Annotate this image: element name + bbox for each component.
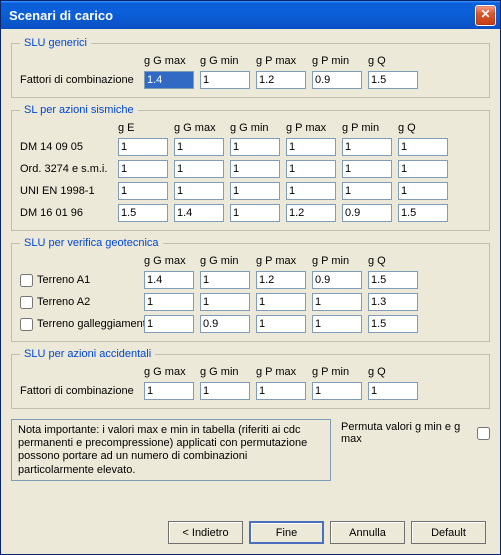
input-geo-2-0[interactable] (144, 315, 194, 333)
input-sis-3-4[interactable] (342, 204, 392, 222)
row-terreno-galleggiamento: Terreno galleggiamento (20, 315, 481, 333)
row-accidentali: Fattori di combinazione (20, 382, 481, 400)
input-sis-1-5[interactable] (398, 160, 448, 178)
window-title: Scenari di carico (9, 8, 475, 23)
input-sis-0-1[interactable] (174, 138, 224, 156)
input-sis-1-1[interactable] (174, 160, 224, 178)
input-sis-0-0[interactable] (118, 138, 168, 156)
input-sis-1-4[interactable] (342, 160, 392, 178)
row-ord3274: Ord. 3274 e s.m.i. (20, 160, 481, 178)
legend-generici: SLU generici (20, 37, 91, 49)
input-sis-0-4[interactable] (342, 138, 392, 156)
finish-button[interactable]: Fine (249, 521, 324, 544)
dialog-window: Scenari di carico ✕ SLU generici g G max… (0, 0, 501, 555)
input-sis-1-0[interactable] (118, 160, 168, 178)
headers-accidentali: g G max g G min g P max g P min g Q (20, 366, 481, 378)
input-sis-0-3[interactable] (286, 138, 336, 156)
input-sis-1-2[interactable] (230, 160, 280, 178)
row-terreno-a1: Terreno A1 (20, 271, 481, 289)
group-slu-generici: SLU generici g G max g G min g P max g P… (11, 37, 490, 98)
input-sis-0-5[interactable] (398, 138, 448, 156)
note-box: Nota importante: i valori max e min in t… (11, 419, 331, 481)
group-accidentali: SLU per azioni accidentali g G max g G m… (11, 348, 490, 409)
default-button[interactable]: Default (411, 521, 486, 544)
headers-geo: g G max g G min g P max g P min g Q (20, 255, 481, 267)
input-acc-4[interactable] (368, 382, 418, 400)
input-geo-1-0[interactable] (144, 293, 194, 311)
input-generici-gpmax[interactable] (256, 71, 306, 89)
input-sis-2-4[interactable] (342, 182, 392, 200)
legend-accidentali: SLU per azioni accidentali (20, 348, 155, 360)
button-row: < Indietro Fine Annulla Default (11, 517, 490, 544)
row-dm140905: DM 14 09 05 (20, 138, 481, 156)
input-acc-0[interactable] (144, 382, 194, 400)
back-button[interactable]: < Indietro (168, 521, 243, 544)
label-acc-fattori: Fattori di combinazione (20, 385, 138, 397)
close-icon[interactable]: ✕ (475, 5, 496, 26)
group-sismiche: SL per azioni sismiche g E g G max g G m… (11, 104, 490, 231)
input-geo-0-2[interactable] (256, 271, 306, 289)
row-unien1998: UNI EN 1998-1 (20, 182, 481, 200)
group-geotecnica: SLU per verifica geotecnica g G max g G … (11, 237, 490, 342)
input-generici-ggmax[interactable] (144, 71, 194, 89)
label-fattori: Fattori di combinazione (20, 74, 138, 86)
input-sis-2-0[interactable] (118, 182, 168, 200)
input-generici-ggmin[interactable] (200, 71, 250, 89)
permuta-label: Permuta valori g min e g max (341, 421, 469, 445)
input-geo-0-3[interactable] (312, 271, 362, 289)
headers-sismiche: g E g G max g G min g P max g P min g Q (20, 122, 481, 134)
input-sis-2-5[interactable] (398, 182, 448, 200)
input-geo-0-4[interactable] (368, 271, 418, 289)
input-sis-3-3[interactable] (286, 204, 336, 222)
note-row: Nota importante: i valori max e min in t… (11, 419, 490, 481)
headers-generici: g G max g G min g P max g P min g Q (20, 55, 481, 67)
cancel-button[interactable]: Annulla (330, 521, 405, 544)
input-acc-3[interactable] (312, 382, 362, 400)
checkbox-terreno-a1[interactable] (20, 274, 33, 287)
permuta-area: Permuta valori g min e g max (341, 419, 490, 445)
input-sis-0-2[interactable] (230, 138, 280, 156)
input-geo-0-1[interactable] (200, 271, 250, 289)
input-geo-1-3[interactable] (312, 293, 362, 311)
titlebar: Scenari di carico ✕ (1, 1, 500, 29)
input-sis-3-0[interactable] (118, 204, 168, 222)
client-area: SLU generici g G max g G min g P max g P… (1, 29, 500, 554)
input-geo-2-1[interactable] (200, 315, 250, 333)
input-sis-3-5[interactable] (398, 204, 448, 222)
input-sis-3-1[interactable] (174, 204, 224, 222)
input-sis-2-2[interactable] (230, 182, 280, 200)
input-geo-2-4[interactable] (368, 315, 418, 333)
input-acc-2[interactable] (256, 382, 306, 400)
input-geo-1-1[interactable] (200, 293, 250, 311)
input-sis-1-3[interactable] (286, 160, 336, 178)
input-generici-gq[interactable] (368, 71, 418, 89)
input-geo-1-2[interactable] (256, 293, 306, 311)
input-acc-1[interactable] (200, 382, 250, 400)
legend-geotecnica: SLU per verifica geotecnica (20, 237, 163, 249)
checkbox-terreno-gall[interactable] (20, 318, 33, 331)
input-geo-0-0[interactable] (144, 271, 194, 289)
input-geo-2-3[interactable] (312, 315, 362, 333)
input-geo-2-2[interactable] (256, 315, 306, 333)
checkbox-permuta[interactable] (477, 427, 490, 440)
input-sis-2-1[interactable] (174, 182, 224, 200)
legend-sismiche: SL per azioni sismiche (20, 104, 138, 116)
input-sis-3-2[interactable] (230, 204, 280, 222)
input-sis-2-3[interactable] (286, 182, 336, 200)
row-generici: Fattori di combinazione (20, 71, 481, 89)
checkbox-terreno-a2[interactable] (20, 296, 33, 309)
input-generici-gpmin[interactable] (312, 71, 362, 89)
row-dm160196: DM 16 01 96 (20, 204, 481, 222)
input-geo-1-4[interactable] (368, 293, 418, 311)
row-terreno-a2: Terreno A2 (20, 293, 481, 311)
